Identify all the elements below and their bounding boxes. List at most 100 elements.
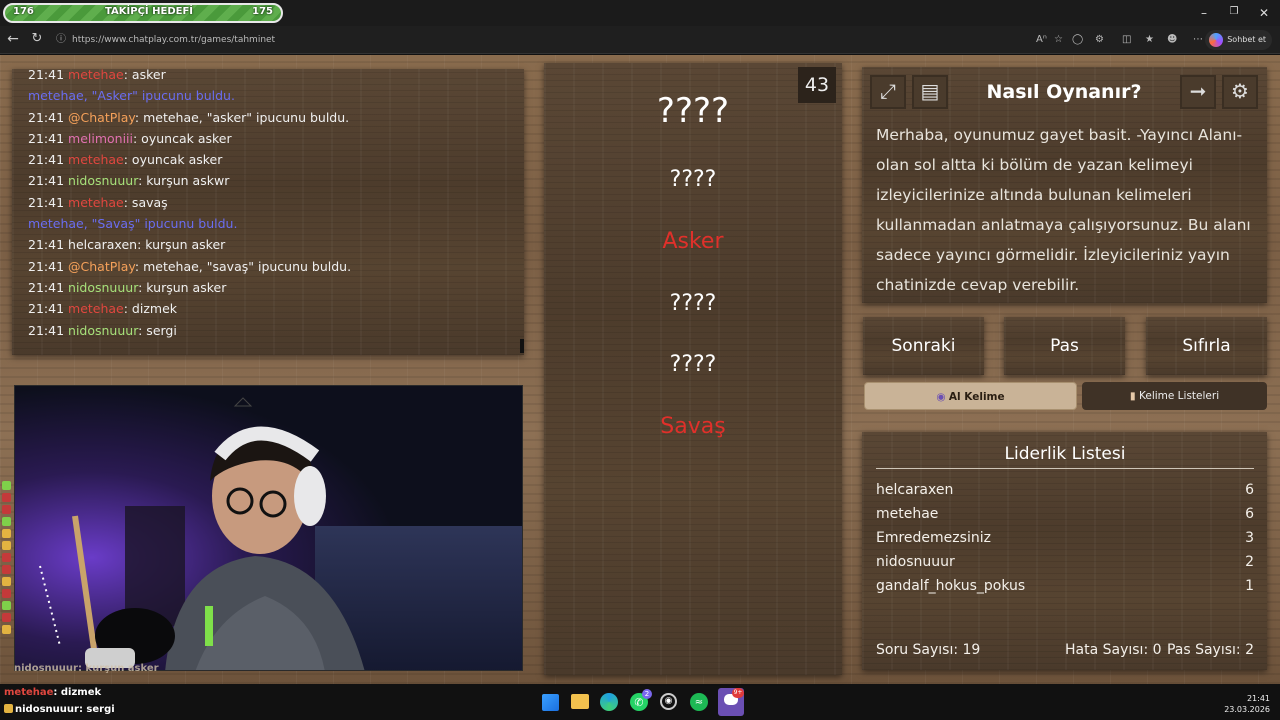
title-bar: 176 TAKİPÇİ HEDEFİ 175 – ❐ ✕	[0, 0, 1280, 26]
favorites-bar-icon[interactable]: ★	[1145, 34, 1154, 45]
chat-message: 21:41 metehae: asker	[28, 69, 524, 85]
overlay-chat-line: nidosnuuur: kurşun asker	[14, 660, 159, 678]
leaderboard-row: gandalf_hokus_pokus 1	[876, 574, 1254, 598]
overlay-chat-line: metehae: dizmek	[4, 684, 115, 701]
chat-message: 21:41 helcaraxen: kurşun asker	[28, 234, 524, 255]
close-icon[interactable]: ✕	[1254, 6, 1274, 20]
message-username[interactable]: metehae	[68, 301, 124, 316]
browser-toolbar: ← ↻ ⓘ https://www.chatplay.com.tr/games/…	[0, 26, 1280, 54]
obs-icon[interactable]: ◉	[660, 693, 677, 710]
message-username[interactable]: @ChatPlay	[68, 110, 135, 125]
notes-icon[interactable]: ▤	[912, 75, 948, 109]
exit-icon[interactable]: ➞	[1180, 75, 1216, 109]
restore-icon[interactable]: ❐	[1224, 6, 1244, 17]
goal-target: 175	[252, 6, 273, 17]
message-text: : kurşun asker	[137, 237, 226, 253]
get-word-label: Al Kelime	[948, 391, 1005, 403]
favorite-icon[interactable]: ☆	[1054, 34, 1063, 45]
file-explorer-icon[interactable]	[571, 694, 589, 709]
message-username[interactable]: melimoniii	[68, 131, 133, 146]
leaderboard-panel: Liderlik Listesi helcaraxen 6 metehae 6 …	[862, 432, 1267, 670]
how-to-play-text: Merhaba, oyunumuz gayet basit. -Yayıncı …	[876, 126, 1251, 294]
chat-system-message: metehae, "Asker" ipucunu buldu.	[28, 85, 524, 106]
badge-icon	[2, 541, 11, 550]
clue-word-hidden: ????	[669, 291, 717, 316]
overlay-chat-user: metehae	[4, 687, 54, 698]
message-username[interactable]: nidosnuuur	[68, 173, 138, 188]
leaderboard-row: metehae 6	[876, 502, 1254, 526]
pass-button[interactable]: Pas	[1004, 317, 1125, 375]
chat-message: 21:41 nidosnuuur: kurşun askwr	[28, 170, 524, 191]
player-score: 2	[1245, 554, 1254, 570]
minimize-icon[interactable]: –	[1194, 6, 1214, 20]
message-username[interactable]: helcaraxen	[68, 237, 137, 252]
message-username[interactable]: @ChatPlay	[68, 259, 135, 274]
next-button[interactable]: Sonraki	[863, 317, 984, 375]
message-time: 21:41	[28, 194, 65, 210]
clue-word-found: Asker	[662, 229, 724, 254]
overlay-chat-text: : kurşun asker	[77, 663, 159, 674]
back-icon[interactable]: ←	[3, 31, 23, 47]
overlay-chat-line: nidosnuuur: sergi	[4, 701, 115, 718]
overlay-chat-bottom: metehae: dizmek nidosnuuur: sergi	[4, 684, 115, 718]
message-username[interactable]: metehae	[68, 152, 124, 167]
chat-message: 21:41 @ChatPlay: metehae, "asker" ipucun…	[28, 107, 524, 128]
reset-button[interactable]: Sıfırla	[1146, 317, 1267, 375]
get-word-button[interactable]: ◉ Al Kelime	[864, 382, 1077, 410]
error-count: Hata Sayısı: 0	[1065, 642, 1162, 658]
chat-message: 21:41 metehae: oyuncak asker	[28, 149, 524, 170]
fullscreen-icon[interactable]: ⤢	[870, 75, 906, 109]
player-score: 1	[1245, 578, 1254, 594]
chat-message-list: 21:41 metehae: asker metehae, "Asker" ipu…	[28, 69, 524, 341]
chat-message: 21:41 melimoniii: oyuncak asker	[28, 128, 524, 149]
word-lists-label: Kelime Listeleri	[1139, 390, 1220, 402]
message-text: : sergi	[138, 322, 177, 338]
leaderboard-row: helcaraxen 6	[876, 478, 1254, 502]
leaderboard-row: nidosnuuur 2	[876, 550, 1254, 574]
clue-word-hidden: ????	[669, 352, 717, 377]
spotify-icon[interactable]: ≈	[690, 693, 708, 711]
copilot-icon	[1209, 33, 1224, 47]
tracking-icon[interactable]: ◯	[1072, 34, 1083, 45]
clock-date: 23.03.2026	[1224, 705, 1270, 714]
list-icon: ▮	[1129, 390, 1136, 402]
copilot-chat-button[interactable]: Sohbet et	[1205, 30, 1272, 50]
more-icon[interactable]: ⋯	[1193, 34, 1203, 45]
message-time: 21:41	[28, 69, 65, 82]
message-username[interactable]: metehae	[68, 195, 124, 210]
word-lists-button[interactable]: ▮ Kelime Listeleri	[1082, 382, 1267, 410]
message-username[interactable]: nidosnuuur	[68, 323, 138, 338]
edge-icon[interactable]	[600, 693, 618, 711]
read-aloud-icon[interactable]: Aⁿ	[1036, 34, 1047, 45]
message-text: : asker	[123, 69, 166, 82]
chat-scrollbar[interactable]	[520, 339, 524, 353]
webcam-feed	[14, 385, 523, 671]
leaderboard-title: Liderlik Listesi	[876, 444, 1254, 469]
message-time: 21:41	[28, 258, 65, 274]
follower-goal-bar: 176 TAKİPÇİ HEDEFİ 175	[3, 3, 283, 23]
message-time: 21:41	[28, 152, 65, 168]
extensions-icon[interactable]: ⚙	[1095, 34, 1104, 45]
goal-current: 176	[13, 6, 34, 17]
system-clock[interactable]: 21:41 23.03.2026	[1224, 693, 1270, 715]
site-info-icon[interactable]: ⓘ	[56, 30, 66, 50]
settings-icon[interactable]: ⚙	[1222, 75, 1258, 109]
chat-message: 21:41 @ChatPlay: metehae, "savaş" ipucun…	[28, 256, 524, 277]
message-text: : oyuncak asker	[123, 152, 223, 168]
split-screen-icon[interactable]: ◫	[1122, 34, 1131, 45]
badge-icon	[2, 589, 11, 598]
whatsapp-badge: 2	[642, 689, 652, 699]
badge-icon	[4, 704, 13, 713]
windows-start-icon[interactable]	[542, 694, 559, 711]
badge-icon	[2, 565, 11, 574]
reload-icon[interactable]: ↻	[27, 31, 47, 46]
system-message-text: metehae, "Asker" ipucunu buldu.	[28, 88, 235, 104]
message-username[interactable]: metehae	[68, 69, 124, 82]
badge-icon	[2, 505, 11, 514]
address-bar[interactable]: ⓘ https://www.chatplay.com.tr/games/tahm…	[52, 30, 1112, 50]
profile-icon[interactable]: ☻	[1167, 34, 1177, 45]
player-score: 6	[1245, 506, 1254, 522]
chat-system-message: metehae, "Savaş" ipucunu buldu.	[28, 213, 524, 234]
message-username[interactable]: nidosnuuur	[68, 280, 138, 295]
target-word: ????	[656, 91, 730, 131]
